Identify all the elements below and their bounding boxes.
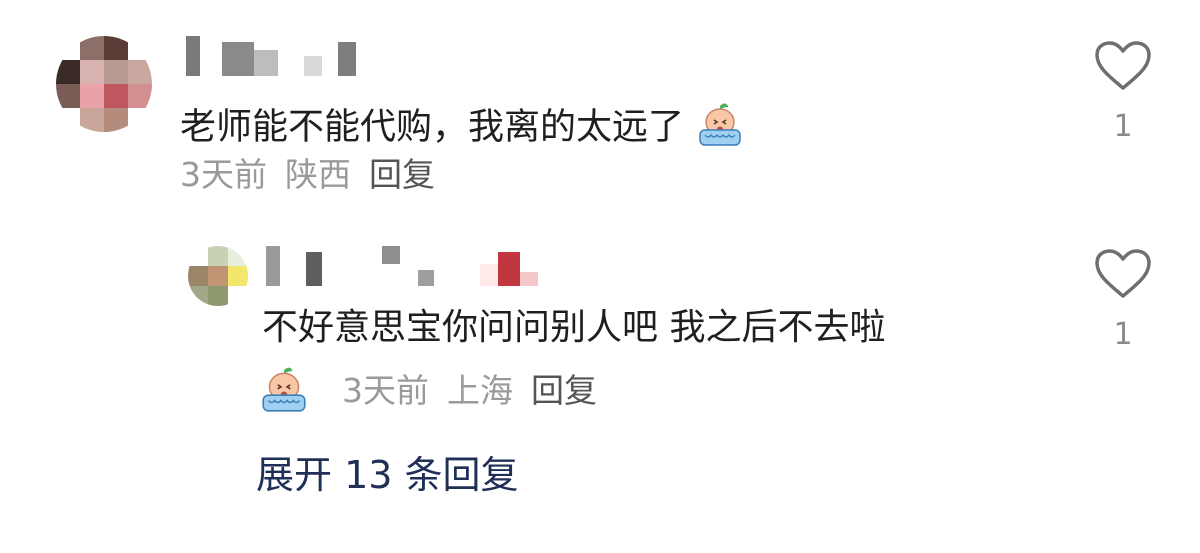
heart-icon bbox=[1095, 41, 1151, 90]
reply-like-count: 1 bbox=[1113, 317, 1133, 352]
reply-meta: 3天前 上海 回复 bbox=[258, 366, 597, 419]
reply-button[interactable]: 回复 bbox=[369, 155, 435, 194]
username-blurred[interactable] bbox=[186, 36, 356, 76]
reply-location: 上海 bbox=[447, 371, 513, 410]
crying-emoji-icon bbox=[695, 102, 745, 155]
comment-location: 陕西 bbox=[285, 155, 351, 194]
reply-like-button[interactable] bbox=[1094, 248, 1152, 304]
comment-text: 老师能不能代购，我离的太远了 bbox=[180, 102, 745, 155]
reply-time: 3天前 bbox=[342, 371, 429, 410]
reply-username-blurred[interactable] bbox=[266, 246, 538, 286]
comment-meta: 3天前 陕西 回复 bbox=[180, 158, 435, 191]
comment-time: 3天前 bbox=[180, 155, 267, 194]
heart-icon bbox=[1095, 249, 1151, 298]
like-count: 1 bbox=[1113, 109, 1133, 144]
crying-emoji-icon bbox=[258, 366, 310, 419]
like-button[interactable] bbox=[1094, 40, 1152, 96]
reply-text: 不好意思宝你问问别人吧 我之后不去啦 bbox=[262, 307, 886, 348]
reply-reply-button[interactable]: 回复 bbox=[531, 371, 597, 410]
avatar[interactable] bbox=[56, 36, 152, 132]
reply-avatar[interactable] bbox=[188, 246, 248, 306]
expand-replies-button[interactable]: 展开 13 条回复 bbox=[256, 456, 519, 494]
